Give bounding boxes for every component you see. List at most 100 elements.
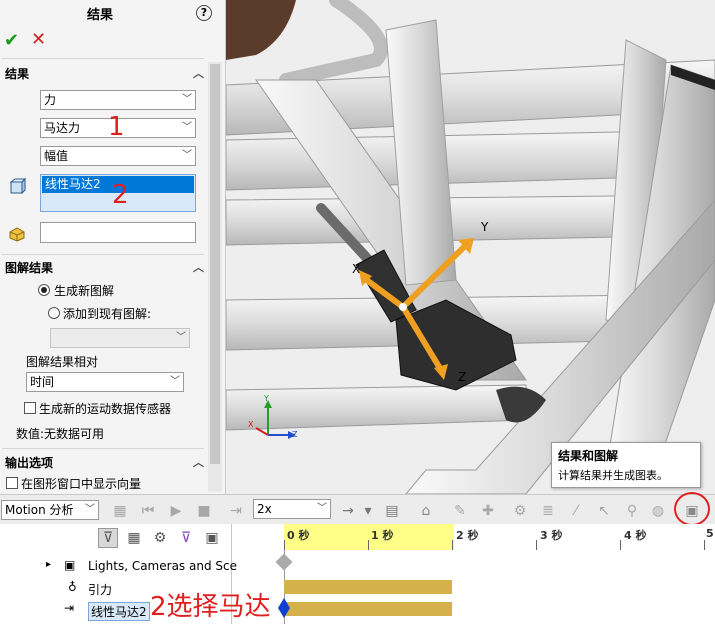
playback-speed-select[interactable]: 2x ﹀ [253,499,331,519]
chevron-down-icon: ﹀ [182,94,192,105]
playback-speed-value: 2x [257,502,272,516]
vector-checkbox[interactable] [6,477,18,489]
linear-motor-icon: ⇥ [64,601,75,615]
result-component-select[interactable]: 幅值 ﹀ [40,146,196,166]
animation-wizard-icon[interactable]: ⌂ [418,503,434,519]
spring-icon[interactable]: ≣ [540,503,556,519]
key-marker-icon[interactable] [278,608,290,618]
chevron-down-icon: ﹀ [182,122,192,133]
chevron-down-icon: ﹀ [170,376,180,387]
new-plot-label: 生成新图解 [54,284,115,298]
result-subcategory-value: 马达力 [44,121,81,135]
calculate-icon[interactable]: ▦ [112,503,128,519]
timeline-tick [368,540,369,550]
gravity-timeline-bar[interactable] [284,580,452,594]
filter-icon[interactable]: ⊽ [98,528,118,548]
panel-title: 结果 [86,8,113,23]
result-category-select[interactable]: 力 ﹀ [40,90,196,110]
timeline-label-2: 2 秒 [456,529,479,542]
timeline-ruler[interactable] [284,524,454,550]
vector-label: 在图形窗口中显示向量 [21,477,142,491]
gravity-icon[interactable]: ◍ [650,503,666,519]
contact-icon[interactable]: ⚲ [624,503,640,519]
save-animation-icon[interactable]: ▤ [384,503,400,519]
divider [2,448,204,449]
output-section-header[interactable]: 输出选项 ︿ [0,453,208,473]
panel-scrollbar[interactable] [208,62,222,492]
annotation-number-2: 2 [112,180,129,210]
scrollbar-thumb[interactable] [210,64,220,464]
add-key-icon[interactable]: ✚ [480,503,496,519]
timeline-tick [620,540,621,550]
dropdown-arrow-icon[interactable]: ▾ [360,503,376,519]
playback-mode-icon[interactable]: ⇥ [228,503,244,519]
results-section-header[interactable]: 结果 ︿ [0,64,208,84]
tree-item-gravity[interactable]: 引力 [88,581,112,598]
add-to-plot-radio[interactable] [48,307,60,319]
triad-label-y: Y [264,394,269,403]
study-type-select[interactable]: Motion 分析 ﹀ [1,500,99,520]
sensor-checkbox[interactable] [24,402,36,414]
plot-section-header[interactable]: 图解结果 ︿ [0,258,208,278]
cancel-x-icon[interactable]: ✕ [31,29,46,50]
axis-label-y: Y [481,220,489,234]
result-component-value: 幅值 [44,149,69,163]
annotation-number-1: 1 [108,112,125,142]
tooltip-description: 计算结果并生成图表。 [558,469,668,482]
existing-plot-select: ﹀ [50,328,190,348]
add-to-plot-label: 添加到现有图解: [63,307,152,321]
ok-check-icon[interactable]: ✔ [4,30,19,51]
key-marker-icon[interactable] [278,598,290,608]
lights-folder-icon: ▣ [64,558,76,572]
filter-animated-icon[interactable]: ▦ [126,530,142,546]
chevron-down-icon: ﹀ [182,150,192,161]
motion-toolbar: Motion 分析 ﹀ ▦ ⏮ ▶ ■ ⇥ 2x ﹀ → ▾ ▤ ⌂ ✎ ✚ ⚙… [0,494,715,524]
motor-icon[interactable]: ⚙ [512,503,528,519]
tree-item-lights[interactable]: Lights, Cameras and Sce [88,559,237,573]
damper-icon[interactable]: ⁄ [568,503,584,519]
annotation-select-motor: 2选择马达 [150,592,271,622]
value-status-text: 数值:无数据可用 [16,427,105,441]
timeline-label-5: 5 [706,527,714,540]
filter-selected-icon[interactable]: ⊽ [178,530,194,546]
plot-relative-label: 图解结果相对 [26,355,99,369]
collapse-chevron-icon[interactable]: ︿ [193,64,204,84]
collapse-chevron-icon[interactable]: ︿ [193,258,204,278]
gravity-tree-icon: ♁ [68,580,77,594]
new-plot-radio[interactable] [38,284,50,296]
help-icon[interactable]: ? [196,5,212,21]
play-icon[interactable]: ▶ [168,503,184,519]
motor-timeline-bar[interactable] [284,602,452,616]
tree-item-linear-motor[interactable]: 线性马达2 [88,602,150,621]
timeline-tick [452,540,453,550]
divider [2,58,204,59]
filter-results-icon[interactable]: ▣ [204,530,220,546]
collapse-chevron-icon[interactable]: ︿ [193,453,204,473]
divider [2,254,204,255]
triad-label-z: Z [292,430,298,439]
force-icon[interactable]: ↖ [596,503,612,519]
sensor-label: 生成新的运动数据传感器 [39,402,172,416]
results-button-highlight [674,492,710,526]
play-from-start-icon[interactable]: ⏮ [140,503,156,519]
study-type-value: Motion 分析 [5,503,74,517]
chevron-down-icon: ﹀ [85,504,95,515]
timeline-tick [704,540,705,550]
key-point-icon[interactable] [275,553,293,571]
timeline-label-0: 0 秒 [287,529,310,542]
filter-driving-icon[interactable]: ⚙ [152,530,168,546]
autokey-icon[interactable]: ✎ [452,503,468,519]
tree-row[interactable]: ▸ ▣ Lights, Cameras and Sce [0,556,237,578]
plot-relative-select[interactable]: 时间 ﹀ [26,372,184,392]
arrow-right-icon[interactable]: → [340,503,356,519]
reference-input[interactable] [40,222,196,243]
stop-icon[interactable]: ■ [196,503,212,519]
plot-section-label: 图解结果 [5,261,54,275]
tooltip-title: 结果和图解 [558,449,619,463]
3d-model-render [226,0,715,494]
plot-relative-value: 时间 [30,375,55,389]
timeline-tick [284,540,285,550]
triad-label-x: X [248,420,254,429]
graphics-viewport[interactable]: Y X Z Y X Z [226,0,715,494]
expand-arrow-icon[interactable]: ▸ [46,559,51,570]
